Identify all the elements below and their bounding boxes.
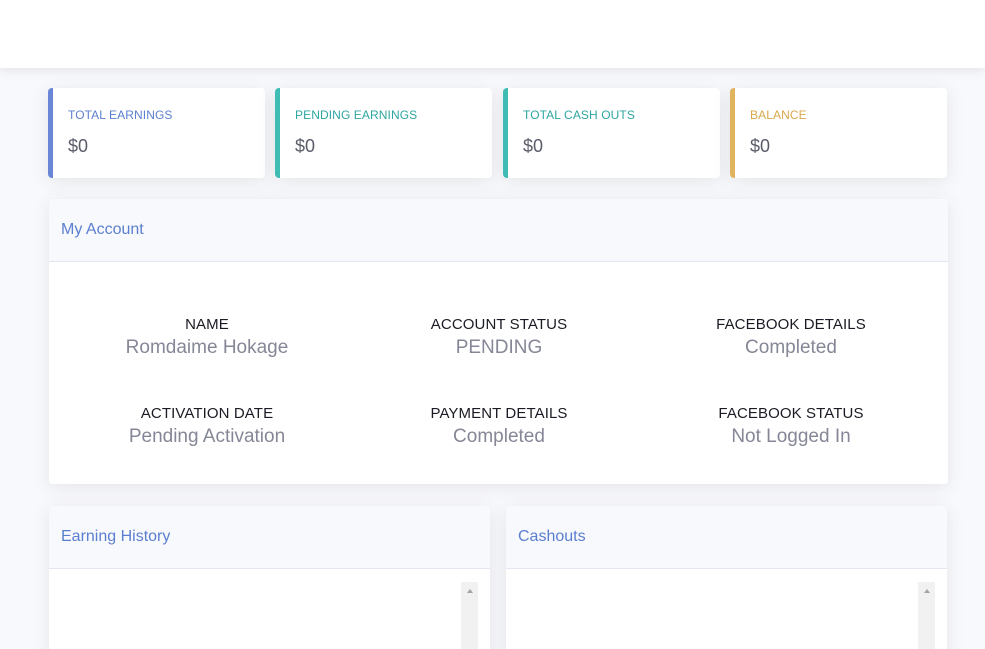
facebook-details-value: Completed [745, 337, 837, 358]
scroll-up-arrow-icon[interactable] [461, 582, 478, 599]
pending-earnings-value: $0 [295, 136, 316, 156]
card-accent-bar [730, 88, 735, 178]
balance-card: BALANCE $0 [730, 88, 947, 178]
account-status-key: ACCOUNT STATUS [430, 316, 568, 333]
my-account-card: My Account NAME Romdaime Hokage ACCOUNT … [49, 199, 948, 484]
balance-value: $0 [750, 136, 771, 156]
account-details-grid: NAME Romdaime Hokage ACCOUNT STATUS PEND… [49, 262, 948, 484]
earning-history-title: Earning History [49, 506, 490, 569]
card-accent-bar [503, 88, 508, 178]
my-account-title: My Account [49, 199, 948, 262]
payment-details-value: Completed [453, 426, 545, 447]
activation-date: ACTIVATION DATE Pending Activation [57, 405, 357, 448]
pending-earnings-label: PENDING EARNINGS [295, 108, 418, 122]
total-cashouts-card: TOTAL CASH OUTS $0 [503, 88, 720, 178]
balance-label: BALANCE [750, 108, 807, 122]
account-name: NAME Romdaime Hokage [57, 316, 357, 359]
top-navbar [0, 0, 985, 68]
account-status: ACCOUNT STATUS PENDING [349, 316, 649, 359]
total-cashouts-value: $0 [523, 136, 544, 156]
scroll-up-arrow-icon[interactable] [918, 582, 935, 599]
earning-history-card: Earning History [49, 506, 490, 649]
cashouts-card: Cashouts [506, 506, 947, 649]
total-earnings-label: TOTAL EARNINGS [68, 108, 173, 122]
cashouts-title: Cashouts [506, 506, 947, 569]
account-name-key: NAME [185, 316, 229, 333]
facebook-details: FACEBOOK DETAILS Completed [641, 316, 941, 359]
card-accent-bar [48, 88, 53, 178]
pending-earnings-card: PENDING EARNINGS $0 [275, 88, 492, 178]
card-accent-bar [275, 88, 280, 178]
facebook-status-key: FACEBOOK STATUS [718, 405, 864, 422]
facebook-status: FACEBOOK STATUS Not Logged In [641, 405, 941, 448]
total-earnings-card: TOTAL EARNINGS $0 [48, 88, 265, 178]
earning-history-scrollbar[interactable] [461, 582, 478, 649]
account-status-value: PENDING [455, 337, 543, 358]
activation-date-value: Pending Activation [128, 426, 286, 447]
facebook-details-key: FACEBOOK DETAILS [716, 316, 866, 333]
payment-details: PAYMENT DETAILS Completed [349, 405, 649, 448]
activation-date-key: ACTIVATION DATE [140, 405, 274, 422]
facebook-status-value: Not Logged In [731, 426, 851, 447]
total-earnings-value: $0 [68, 136, 89, 156]
total-cashouts-label: TOTAL CASH OUTS [523, 108, 635, 122]
cashouts-scrollbar[interactable] [918, 582, 935, 649]
payment-details-key: PAYMENT DETAILS [430, 405, 568, 422]
account-name-value: Romdaime Hokage [125, 337, 289, 358]
